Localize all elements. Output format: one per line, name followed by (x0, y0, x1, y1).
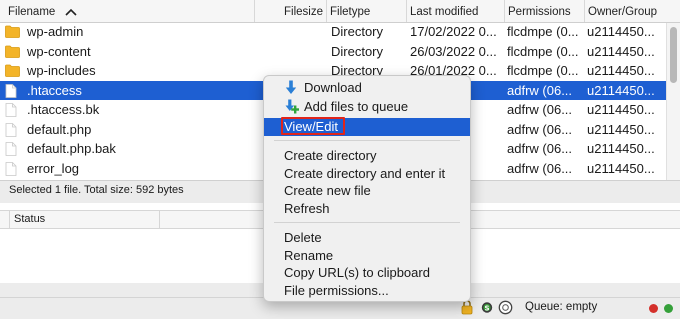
menu-item-create-directory-enter[interactable]: Create directory and enter it (264, 165, 470, 183)
queue-column-status[interactable]: Status (9, 211, 159, 228)
add-to-queue-icon (285, 99, 299, 114)
file-permissions: adfrw (06... (507, 160, 573, 176)
file-icon (5, 161, 17, 176)
file-row[interactable]: wp-content Directory 26/03/2022 0... flc… (0, 42, 666, 62)
column-filetype-label: Filetype (330, 6, 371, 18)
menu-item-download-label: Download (304, 80, 362, 95)
menu-item-view-edit[interactable]: View/Edit (264, 117, 470, 136)
file-permissions: flcdmpe (0... (507, 63, 579, 78)
menu-item-rename[interactable]: Rename (264, 247, 470, 265)
menu-item-create-new-file[interactable]: Create new file (264, 182, 470, 200)
file-type: Directory (331, 43, 384, 59)
column-filesize[interactable]: Filesize (254, 0, 326, 22)
column-filesize-label: Filesize (284, 6, 323, 18)
file-name: default.php (27, 121, 92, 137)
menu-item-add-to-queue-label: Add files to queue (304, 99, 409, 114)
svg-text:S: S (484, 304, 489, 312)
column-permissions[interactable]: Permissions (504, 0, 584, 22)
context-menu[interactable]: Download Add files to queue View/Edit Cr… (263, 75, 471, 302)
column-filename-label: Filename (8, 6, 56, 18)
file-owner: u2114450... (587, 82, 655, 98)
file-permissions: flcdmpe (0... (507, 43, 579, 59)
menu-item-delete-label: Delete (284, 230, 322, 245)
menu-item-create-directory[interactable]: Create directory (264, 147, 470, 165)
file-permissions: adfrw (06... (507, 82, 573, 98)
file-permissions: adfrw (06... (507, 102, 573, 117)
file-modified: 17/02/2022 0... (410, 24, 497, 39)
speed-limit-icon[interactable] (498, 300, 513, 315)
menu-item-create-directory-label: Create directory (284, 148, 377, 163)
column-filetype[interactable]: Filetype (326, 0, 406, 22)
menu-separator (274, 222, 460, 223)
file-owner: u2114450... (587, 24, 655, 39)
file-list-header: Filename Filesize Filetype Last modified… (0, 0, 680, 23)
file-row[interactable]: wp-admin Directory 17/02/2022 0... flcdm… (0, 22, 666, 42)
gear-icon[interactable]: S (479, 300, 495, 315)
menu-item-copy-url[interactable]: Copy URL(s) to clipboard (264, 264, 470, 282)
menu-item-delete[interactable]: Delete (264, 229, 470, 247)
column-owner-group-label: Owner/Group (588, 6, 658, 18)
column-permissions-label: Permissions (508, 6, 571, 18)
chevron-up-icon (64, 8, 77, 16)
lock-icon[interactable] (461, 300, 473, 315)
file-permissions: adfrw (06... (507, 141, 573, 156)
menu-item-file-permissions-label: File permissions... (284, 282, 389, 298)
file-icon (5, 103, 17, 117)
folder-icon (5, 64, 20, 77)
file-list-scrollbar[interactable] (666, 23, 680, 180)
download-arrow-icon (285, 80, 297, 94)
menu-item-create-new-file-label: Create new file (284, 183, 371, 198)
file-permissions: adfrw (06... (507, 121, 573, 137)
file-icon (5, 122, 17, 137)
queue-column-status-label: Status (14, 213, 46, 225)
file-permissions: flcdmpe (0... (507, 24, 579, 39)
file-name: wp-includes (27, 63, 96, 78)
queue-column-blank[interactable] (159, 211, 263, 228)
menu-separator (274, 140, 460, 141)
column-last-modified[interactable]: Last modified (406, 0, 504, 22)
red-led-icon (649, 304, 658, 313)
green-led-icon (664, 304, 673, 313)
file-modified: 26/03/2022 0... (410, 43, 497, 59)
menu-item-view-edit-label: View/Edit (284, 119, 338, 134)
menu-item-create-directory-enter-label: Create directory and enter it (284, 165, 446, 181)
file-type: Directory (331, 24, 384, 39)
scrollbar-thumb[interactable] (670, 27, 677, 83)
file-owner: u2114450... (587, 121, 655, 137)
folder-icon (5, 45, 20, 58)
file-name: wp-content (27, 43, 91, 59)
file-owner: u2114450... (587, 141, 655, 156)
menu-item-rename-label: Rename (284, 247, 334, 263)
file-name: wp-admin (27, 24, 84, 39)
menu-item-download[interactable]: Download (264, 79, 470, 97)
queue-status-text: Queue: empty (525, 301, 598, 313)
column-last-modified-label: Last modified (410, 6, 479, 18)
column-filename[interactable]: Filename (0, 0, 254, 22)
menu-item-copy-url-label: Copy URL(s) to clipboard (284, 265, 430, 280)
folder-icon (5, 25, 20, 38)
file-owner: u2114450... (587, 160, 655, 176)
menu-item-file-permissions[interactable]: File permissions... (264, 282, 470, 300)
menu-item-add-to-queue[interactable]: Add files to queue (264, 98, 470, 116)
menu-item-refresh[interactable]: Refresh (264, 200, 470, 218)
file-owner: u2114450... (587, 43, 655, 59)
file-name: .htaccess.bk (27, 102, 100, 117)
file-icon (5, 142, 17, 156)
menu-item-refresh-label: Refresh (284, 200, 330, 216)
file-icon (5, 83, 17, 98)
file-name: error_log (27, 160, 80, 176)
file-name: default.php.bak (27, 141, 116, 156)
file-owner: u2114450... (587, 63, 655, 78)
file-owner: u2114450... (587, 102, 655, 117)
column-owner-group[interactable]: Owner/Group (584, 0, 680, 22)
selection-status-text: Selected 1 file. Total size: 592 bytes (9, 184, 184, 196)
file-name: .htaccess (27, 82, 82, 98)
